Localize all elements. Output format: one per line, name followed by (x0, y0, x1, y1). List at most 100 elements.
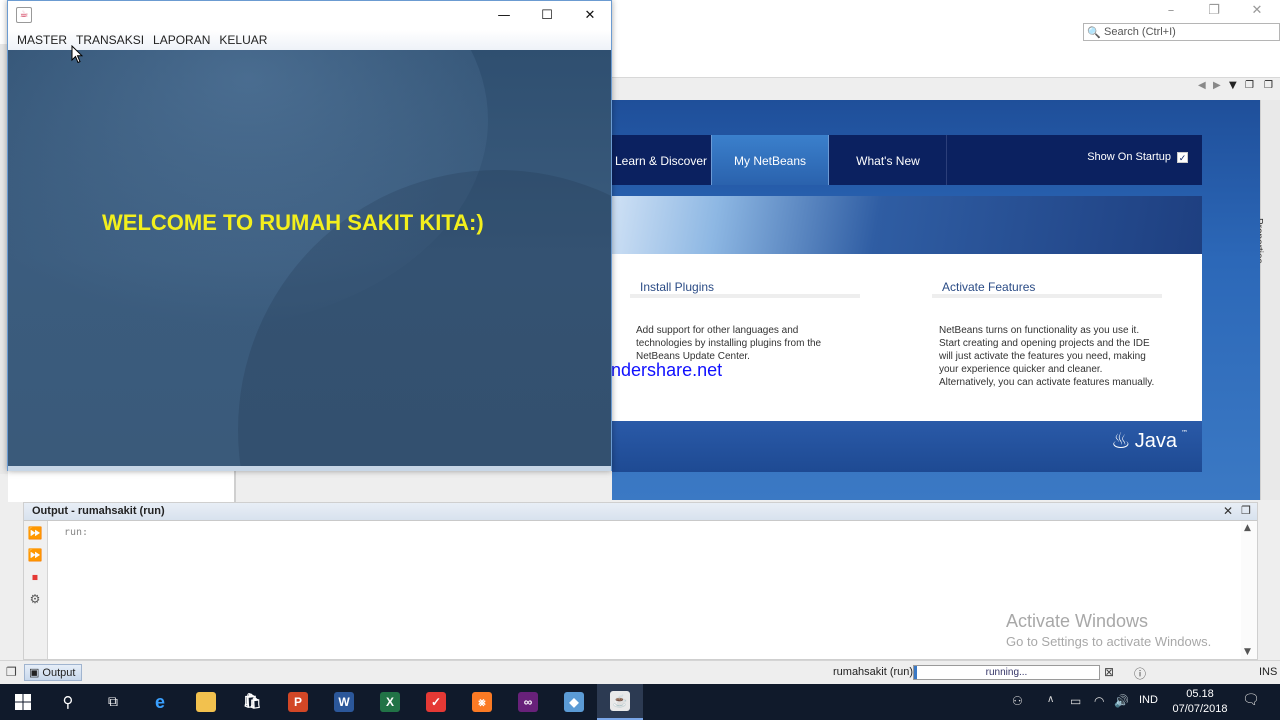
ide-statusbar: ❐ ▣ Output rumahsakit (run) running... ⊠… (0, 660, 1280, 684)
editor-tabbar (612, 78, 1260, 98)
taskbar-powerpoint[interactable]: P (275, 684, 321, 720)
activate-features-text: NetBeans turns on functionality as you u… (939, 325, 1155, 388)
search-icon: 🔍 (1087, 25, 1101, 39)
restore-group-icon[interactable]: ❐ (6, 665, 17, 679)
task-view-button[interactable]: ⧉ (90, 684, 136, 720)
activate-windows-subtitle: Go to Settings to activate Windows. (1006, 634, 1212, 649)
tab-learn-discover[interactable]: Learn & Discover (612, 135, 710, 185)
welcome-label: WELCOME TO RUMAH SAKIT KITA:) (102, 210, 484, 235)
ide-close-button[interactable]: ✕ (1242, 2, 1272, 20)
windows-logo-icon (15, 694, 31, 710)
app-menubar: MASTER TRANSAKSI LAPORAN KELUAR (8, 30, 611, 50)
start-button[interactable] (0, 684, 46, 720)
java-logo: ♨ Java ™ (1111, 429, 1188, 454)
maximize-button[interactable]: ☐ (525, 1, 569, 30)
tab-my-netbeans[interactable]: My NetBeans (711, 135, 829, 185)
output-window-button[interactable]: ▣ Output (24, 664, 83, 681)
output-toolbar: ⏩ ⏩ ⏹ ⚙ (24, 521, 48, 659)
taskbar-app[interactable]: ✓ (413, 684, 459, 720)
editor-maximize-icon[interactable]: ❐ (1264, 80, 1273, 91)
run-progress-bar[interactable]: running... (913, 665, 1100, 680)
taskbar-java-app[interactable]: ☕ (597, 684, 643, 720)
search-icon: ⚲ (62, 693, 74, 711)
editor-restore-icon[interactable]: ❐ (1245, 80, 1254, 91)
java-icon: ☕ (610, 691, 630, 711)
java-cup-icon: ♨ (1111, 429, 1131, 454)
tab-scroll-left-icon[interactable]: ◀ (1198, 80, 1206, 91)
windows-taskbar: ⚲ ⧉ e 🛍 P W X ✓ ⨳ ∞ ◆ ☕ ⚇ ∧ ▭ ◠ 🔊 IND 05… (0, 684, 1280, 720)
task-view-icon: ⧉ (108, 694, 118, 710)
scroll-up-icon[interactable]: ▲ (1244, 523, 1251, 533)
menu-laporan[interactable]: LAPORAN (153, 33, 210, 47)
start-page-footer: ♨ Java ™ (612, 421, 1202, 472)
show-on-startup-toggle[interactable]: Show On Startup ✓ (1087, 151, 1188, 163)
word-icon: W (334, 692, 354, 712)
app-red-icon: ✓ (426, 692, 446, 712)
rerun-with-options-icon[interactable]: ⏩ (27, 547, 43, 563)
search-placeholder: Search (Ctrl+I) (1104, 26, 1176, 38)
tab-whats-new[interactable]: What's New (830, 135, 946, 185)
projects-panel (8, 466, 236, 502)
system-clock[interactable]: 05.18 07/07/2018 (1172, 687, 1228, 717)
action-center-icon[interactable]: 🗨 (1242, 692, 1260, 708)
show-hidden-icons[interactable]: ∧ (1047, 694, 1054, 705)
xampp-icon: ⨳ (472, 692, 492, 712)
output-window-icon: ▣ (29, 667, 40, 679)
menu-keluar[interactable]: KELUAR (219, 33, 267, 47)
java-app-icon: ☕ (16, 7, 32, 23)
tab-list-dropdown-icon[interactable]: ▼ (1229, 80, 1237, 91)
clock-time: 05.18 (1186, 688, 1214, 700)
menu-transaksi[interactable]: TRANSAKSI (76, 33, 144, 47)
close-button[interactable]: ✕ (568, 1, 612, 30)
taskbar-edge[interactable]: e (137, 684, 183, 720)
excel-icon: X (380, 692, 400, 712)
settings-icon[interactable]: ⚙ (27, 591, 43, 607)
taskbar-netbeans[interactable]: ◆ (551, 684, 597, 720)
tab-scroll-right-icon[interactable]: ▶ (1213, 80, 1221, 91)
hospital-app-window: ☕ — ☐ ✕ MASTER TRANSAKSI LAPORAN KELUAR … (7, 0, 612, 471)
battery-icon[interactable]: ▭ (1070, 694, 1081, 708)
stop-icon[interactable]: ⏹ (27, 569, 43, 585)
output-console-text: run: (64, 527, 89, 538)
output-header: Output - rumahsakit (run) ✕ ❐ (24, 503, 1257, 521)
nav-separator (946, 135, 947, 185)
activate-windows-watermark: Activate Windows Go to Settings to activ… (1006, 611, 1211, 649)
output-scrollbar[interactable]: ▲ ▼ (1241, 521, 1257, 659)
wifi-icon[interactable]: ◠ (1094, 694, 1104, 708)
mouse-cursor-icon (71, 45, 83, 64)
activate-features-heading[interactable]: Activate Features (932, 280, 1162, 298)
taskbar-excel[interactable]: X (367, 684, 413, 720)
ide-minimize-button[interactable]: – (1156, 2, 1186, 20)
ide-restore-button[interactable]: ❐ (1199, 2, 1229, 20)
right-side-strip: Properties (1253, 100, 1280, 500)
app-titlebar: ☕ — ☐ ✕ (8, 1, 611, 30)
volume-icon[interactable]: 🔊 (1114, 694, 1129, 708)
taskbar-store[interactable]: 🛍 (229, 684, 275, 720)
java-logo-text: Java (1134, 430, 1177, 452)
input-language[interactable]: IND (1139, 694, 1158, 706)
visual-studio-icon: ∞ (518, 692, 538, 712)
minimize-button[interactable]: — (482, 1, 526, 30)
checkbox-checked-icon[interactable]: ✓ (1177, 151, 1188, 163)
cancel-process-icon[interactable]: ⊠ (1104, 665, 1114, 679)
notifications-icon[interactable]: ⓘ (1134, 665, 1146, 682)
output-close-icon[interactable]: ✕ (1223, 504, 1233, 518)
scroll-down-icon[interactable]: ▼ (1244, 647, 1251, 657)
taskbar-file-explorer[interactable] (183, 684, 229, 720)
output-maximize-icon[interactable]: ❐ (1241, 504, 1251, 517)
search-button[interactable]: ⚲ (45, 684, 91, 720)
running-project-label: rumahsakit (run) (833, 666, 914, 678)
people-icon[interactable]: ⚇ (1012, 694, 1023, 708)
menu-master[interactable]: MASTER (17, 33, 67, 47)
rerun-icon[interactable]: ⏩ (27, 525, 43, 541)
taskbar-xampp[interactable]: ⨳ (459, 684, 505, 720)
install-plugins-heading[interactable]: Install Plugins (630, 280, 860, 298)
ide-search-box[interactable]: 🔍 Search (Ctrl+I) (1083, 23, 1280, 41)
trademark-icon: ™ (1181, 429, 1188, 437)
taskbar-word[interactable]: W (321, 684, 367, 720)
app-content-panel: WELCOME TO RUMAH SAKIT KITA:) (8, 50, 611, 466)
folder-icon (196, 692, 216, 712)
insert-mode-indicator: INS (1259, 666, 1278, 678)
start-page-content: Install Plugins Add support for other la… (612, 254, 1202, 421)
taskbar-visual-studio[interactable]: ∞ (505, 684, 551, 720)
